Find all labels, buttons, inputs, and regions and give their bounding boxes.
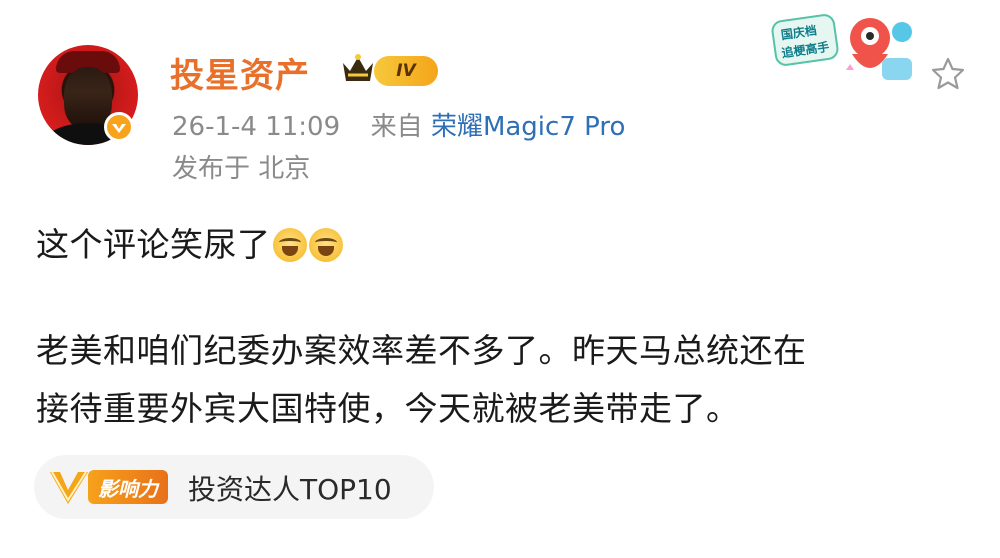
post-text-line: 这个评论笑尿了 bbox=[36, 218, 343, 266]
v-badge-label: V bbox=[58, 495, 59, 497]
laughing-crying-emoji-icon bbox=[272, 228, 307, 262]
post-datetime: 26-1-4 11:09 bbox=[172, 112, 341, 142]
star-outline-icon[interactable] bbox=[930, 56, 966, 92]
influence-title: 投资达人TOP10 bbox=[188, 473, 392, 506]
device-link[interactable]: 荣耀Magic7 Pro bbox=[431, 112, 625, 142]
username[interactable]: 投星资产 bbox=[170, 48, 310, 97]
holiday-activity-decoration-icon[interactable]: 国庆档 追梗高手 bbox=[770, 10, 920, 88]
influence-label: 影响力 bbox=[88, 470, 168, 504]
post-text-line-2: 老美和咱们纪委办案效率差不多了。昨天马总统还在 bbox=[36, 331, 807, 370]
laughing-crying-emoji-icon bbox=[308, 228, 343, 262]
post-text-line-1: 这个评论笑尿了 bbox=[36, 225, 271, 264]
v-badge-icon: V bbox=[50, 471, 88, 504]
crown-icon bbox=[343, 54, 373, 81]
post-text-line-3: 接待重要外宾大国特使，今天就被老美带走了。 bbox=[36, 389, 740, 428]
post-meta: 26-1-4 11:09 来自 荣耀Magic7 Pro bbox=[172, 106, 625, 143]
level-badge: IV bbox=[374, 56, 438, 86]
verified-badge-icon bbox=[104, 112, 134, 142]
source-prefix: 来自 bbox=[370, 112, 423, 142]
post-location: 发布于 北京 bbox=[172, 154, 311, 184]
